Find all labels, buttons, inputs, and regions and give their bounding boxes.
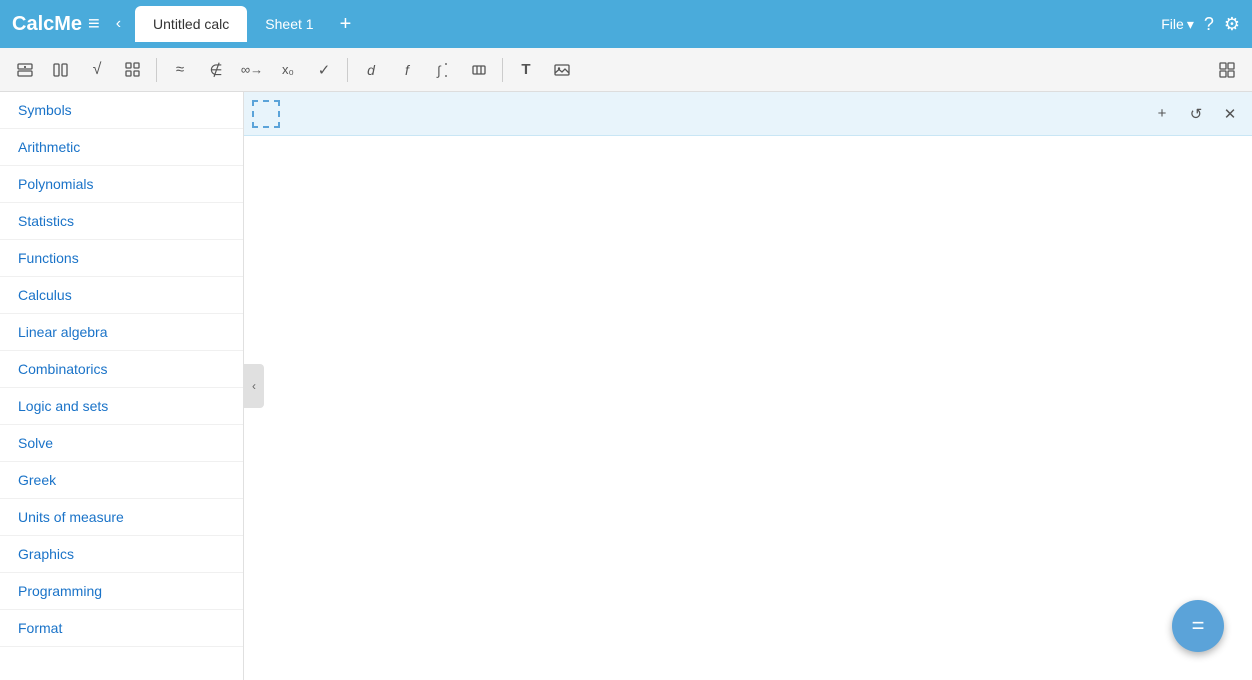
toolbar-expand-btn[interactable] [1210, 54, 1244, 86]
sidebar-item-programming[interactable]: Programming [0, 573, 243, 610]
content-close-btn[interactable]: ✕ [1216, 100, 1244, 128]
sidebar-item-symbols[interactable]: Symbols [0, 92, 243, 129]
toolbar-sep-3 [502, 58, 503, 82]
file-menu[interactable]: File ▾ [1161, 16, 1194, 33]
toolbar-checkmark-btn[interactable]: ✓ [307, 54, 341, 86]
toolbar-text-btn[interactable]: T [509, 54, 543, 86]
header-right: File ▾ ? ⚙ [1161, 14, 1240, 35]
tab-sheet1[interactable]: Sheet 1 [247, 6, 331, 42]
toolbar-not-elem-btn[interactable]: ∉ [199, 54, 233, 86]
toolbar-special-btn[interactable] [462, 54, 496, 86]
sidebar-item-functions[interactable]: Functions [0, 240, 243, 277]
logo-symbol: ≡ [88, 13, 100, 36]
content-refresh-btn[interactable]: ↺ [1182, 100, 1210, 128]
toolbar-approx-btn[interactable]: ≈ [163, 54, 197, 86]
sidebar: SymbolsArithmeticPolynomialsStatisticsFu… [0, 92, 244, 680]
sidebar-item-greek[interactable]: Greek [0, 462, 243, 499]
toolbar-sep-1 [156, 58, 157, 82]
content-add-btn[interactable]: + [1148, 100, 1176, 128]
sidebar-item-solve[interactable]: Solve [0, 425, 243, 462]
tab-add-button[interactable]: + [332, 13, 360, 36]
logo: CalcMe ≡ [12, 13, 100, 36]
content-toolbar: + ↺ ✕ [244, 92, 1252, 136]
fab-equals-button[interactable]: = [1172, 600, 1224, 652]
toolbar-matrix-btn[interactable] [116, 54, 150, 86]
cell-indicator [252, 100, 280, 128]
toolbar-subscript-btn[interactable]: x₀ [271, 54, 305, 86]
toolbar-function-btn[interactable]: f [390, 54, 424, 86]
toolbar-image-btn[interactable] [545, 54, 579, 86]
toolbar-sep-2 [347, 58, 348, 82]
sidebar-item-statistics[interactable]: Statistics [0, 203, 243, 240]
sidebar-item-units-of-measure[interactable]: Units of measure [0, 499, 243, 536]
settings-button[interactable]: ⚙ [1224, 14, 1240, 35]
logo-text: CalcMe [12, 13, 82, 36]
sidebar-item-format[interactable]: Format [0, 610, 243, 647]
sidebar-item-polynomials[interactable]: Polynomials [0, 166, 243, 203]
help-button[interactable]: ? [1204, 14, 1214, 35]
header: CalcMe ≡ ‹ Untitled calc Sheet 1 + File … [0, 0, 1252, 48]
toolbar-integral-btn[interactable]: ∫ [426, 54, 460, 86]
sidebar-collapse-header-btn[interactable]: ‹ [116, 15, 121, 33]
tab-untitled-calc[interactable]: Untitled calc [135, 6, 247, 42]
toolbar-infinity-btn[interactable]: ∞→ [235, 54, 269, 86]
worksheet[interactable] [244, 136, 1252, 680]
sidebar-collapse-btn[interactable]: ‹ [244, 364, 264, 408]
toolbar-derivative-btn[interactable]: d [354, 54, 388, 86]
sidebar-item-linear-algebra[interactable]: Linear algebra [0, 314, 243, 351]
toolbar-insert-row-btn[interactable] [8, 54, 42, 86]
main: SymbolsArithmeticPolynomialsStatisticsFu… [0, 92, 1252, 680]
sidebar-item-graphics[interactable]: Graphics [0, 536, 243, 573]
sidebar-item-calculus[interactable]: Calculus [0, 277, 243, 314]
toolbar: √ ≈ ∉ ∞→ x₀ ✓ d f ∫ T [0, 48, 1252, 92]
sidebar-item-arithmetic[interactable]: Arithmetic [0, 129, 243, 166]
sidebar-item-combinatorics[interactable]: Combinatorics [0, 351, 243, 388]
svg-text:∫: ∫ [436, 63, 442, 78]
toolbar-sqrt-btn[interactable]: √ [80, 54, 114, 86]
toolbar-insert-col-btn[interactable] [44, 54, 78, 86]
content-area: + ↺ ✕ = [244, 92, 1252, 680]
header-tabs: Untitled calc Sheet 1 + [135, 6, 1161, 42]
sidebar-item-logic-and-sets[interactable]: Logic and sets [0, 388, 243, 425]
